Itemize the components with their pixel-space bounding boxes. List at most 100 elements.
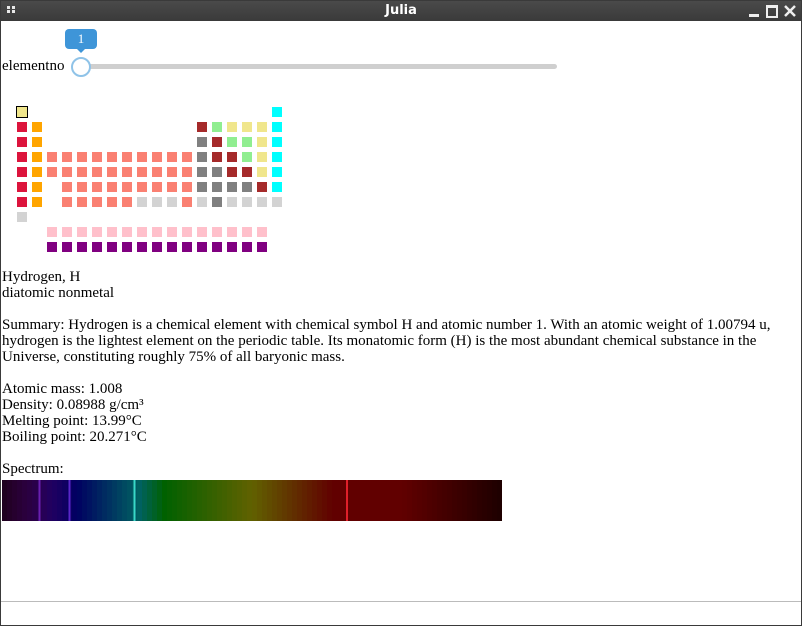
lanthanide-cell[interactable] <box>212 227 222 237</box>
actinide-cell[interactable] <box>122 242 132 252</box>
element-cell[interactable] <box>107 197 117 207</box>
element-cell[interactable] <box>227 197 237 207</box>
element-cell[interactable] <box>17 212 27 222</box>
element-cell[interactable] <box>17 152 27 162</box>
element-cell[interactable] <box>227 137 237 147</box>
element-cell[interactable] <box>182 152 192 162</box>
element-cell[interactable] <box>197 167 207 177</box>
element-cell[interactable] <box>227 122 237 132</box>
element-cell[interactable] <box>242 152 252 162</box>
lanthanide-cell[interactable] <box>242 227 252 237</box>
lanthanide-cell[interactable] <box>92 227 102 237</box>
element-cell[interactable] <box>272 107 282 117</box>
element-cell[interactable] <box>17 167 27 177</box>
element-cell[interactable] <box>107 167 117 177</box>
element-cell[interactable] <box>212 197 222 207</box>
element-cell[interactable] <box>272 137 282 147</box>
actinide-cell[interactable] <box>212 242 222 252</box>
actinide-cell[interactable] <box>92 242 102 252</box>
element-cell[interactable] <box>242 122 252 132</box>
actinide-cell[interactable] <box>62 242 72 252</box>
element-cell[interactable] <box>167 167 177 177</box>
element-cell[interactable] <box>152 152 162 162</box>
element-cell[interactable] <box>197 197 207 207</box>
element-cell[interactable] <box>152 167 162 177</box>
element-cell[interactable] <box>137 197 147 207</box>
actinide-cell[interactable] <box>152 242 162 252</box>
element-cell[interactable] <box>197 122 207 132</box>
element-cell[interactable] <box>92 167 102 177</box>
element-cell[interactable] <box>257 152 267 162</box>
element-cell[interactable] <box>212 122 222 132</box>
actinide-cell[interactable] <box>137 242 147 252</box>
element-cell[interactable] <box>62 182 72 192</box>
element-cell[interactable] <box>227 152 237 162</box>
element-cell[interactable] <box>227 167 237 177</box>
element-cell[interactable] <box>197 137 207 147</box>
lanthanide-cell[interactable] <box>167 227 177 237</box>
actinide-cell[interactable] <box>197 242 207 252</box>
element-cell[interactable] <box>167 197 177 207</box>
close-icon[interactable] <box>783 4 797 18</box>
element-cell[interactable] <box>47 152 57 162</box>
element-cell[interactable] <box>32 137 42 147</box>
element-cell[interactable] <box>32 122 42 132</box>
maximize-icon[interactable] <box>765 4 779 18</box>
element-cell[interactable] <box>257 122 267 132</box>
element-cell[interactable] <box>137 167 147 177</box>
title-bar[interactable]: Julia <box>1 1 801 21</box>
element-cell[interactable] <box>32 167 42 177</box>
element-cell[interactable] <box>62 152 72 162</box>
element-cell[interactable] <box>122 197 132 207</box>
actinide-cell[interactable] <box>47 242 57 252</box>
element-cell[interactable] <box>257 167 267 177</box>
actinide-cell[interactable] <box>227 242 237 252</box>
element-cell[interactable] <box>17 137 27 147</box>
element-cell[interactable] <box>107 182 117 192</box>
element-cell[interactable] <box>77 152 87 162</box>
element-cell[interactable] <box>77 167 87 177</box>
element-cell[interactable] <box>32 197 42 207</box>
lanthanide-cell[interactable] <box>182 227 192 237</box>
element-cell[interactable] <box>92 152 102 162</box>
element-cell[interactable] <box>62 197 72 207</box>
element-cell[interactable] <box>242 167 252 177</box>
element-cell[interactable] <box>257 197 267 207</box>
lanthanide-cell[interactable] <box>227 227 237 237</box>
element-cell[interactable] <box>122 152 132 162</box>
lanthanide-cell[interactable] <box>152 227 162 237</box>
element-cell[interactable] <box>32 182 42 192</box>
actinide-cell[interactable] <box>257 242 267 252</box>
element-cell[interactable] <box>242 137 252 147</box>
element-cell[interactable] <box>152 182 162 192</box>
element-cell[interactable] <box>122 182 132 192</box>
element-cell[interactable] <box>137 182 147 192</box>
element-cell[interactable] <box>167 182 177 192</box>
element-cell[interactable] <box>212 167 222 177</box>
actinide-cell[interactable] <box>77 242 87 252</box>
lanthanide-cell[interactable] <box>197 227 207 237</box>
actinide-cell[interactable] <box>242 242 252 252</box>
element-cell[interactable] <box>16 106 28 118</box>
element-cell[interactable] <box>212 152 222 162</box>
element-cell[interactable] <box>107 152 117 162</box>
lanthanide-cell[interactable] <box>62 227 72 237</box>
element-cell[interactable] <box>137 152 147 162</box>
lanthanide-cell[interactable] <box>47 227 57 237</box>
element-cell[interactable] <box>32 152 42 162</box>
lanthanide-cell[interactable] <box>107 227 117 237</box>
actinide-cell[interactable] <box>182 242 192 252</box>
element-cell[interactable] <box>92 197 102 207</box>
element-cell[interactable] <box>122 167 132 177</box>
element-cell[interactable] <box>272 122 282 132</box>
element-cell[interactable] <box>17 122 27 132</box>
element-cell[interactable] <box>257 137 267 147</box>
element-cell[interactable] <box>197 182 207 192</box>
element-cell[interactable] <box>212 182 222 192</box>
minimize-icon[interactable] <box>747 4 761 18</box>
actinide-cell[interactable] <box>107 242 117 252</box>
element-cell[interactable] <box>212 137 222 147</box>
lanthanide-cell[interactable] <box>257 227 267 237</box>
element-cell[interactable] <box>152 197 162 207</box>
element-cell[interactable] <box>242 182 252 192</box>
